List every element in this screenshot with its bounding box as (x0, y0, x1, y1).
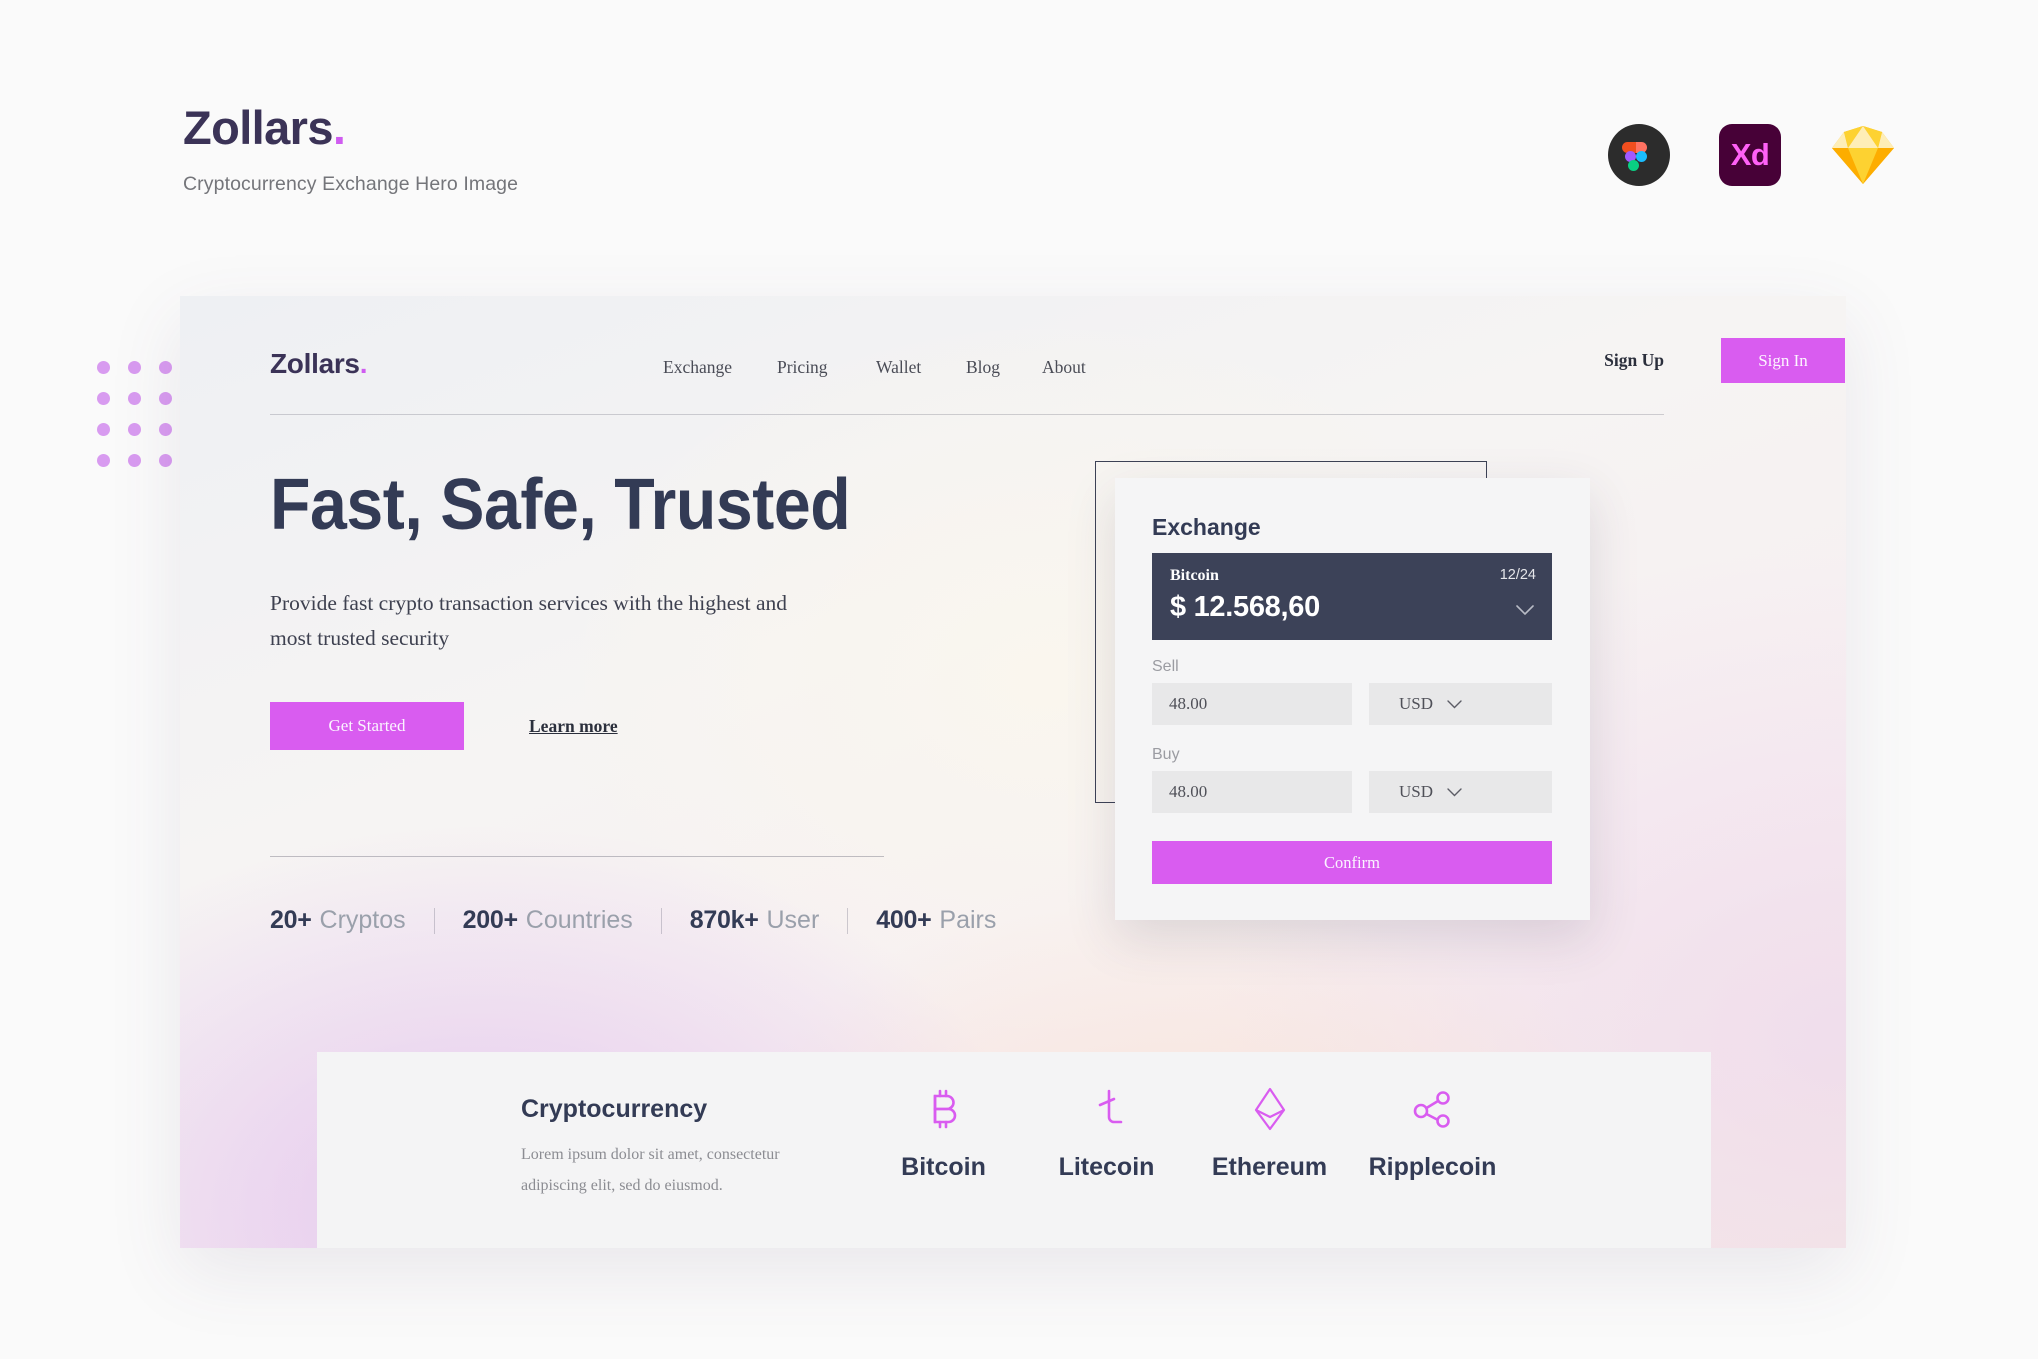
stat-cryptos-label: Cryptos (319, 906, 406, 934)
stat-users-value: 870k+ (689, 906, 759, 934)
stat-pairs-value: 400+ (876, 906, 932, 934)
buy-label: Buy (1152, 746, 1180, 763)
coin-ripplecoin-label: Ripplecoin (1368, 1153, 1497, 1181)
buy-currency-select[interactable]: USD (1369, 771, 1552, 813)
sell-amount-input[interactable]: 48.00 (1152, 683, 1352, 725)
site-logo[interactable]: Zollars. (270, 348, 368, 380)
bitcoin-icon (926, 1087, 962, 1131)
figma-icon (1608, 124, 1670, 186)
coin-litecoin-label: Litecoin (1058, 1153, 1155, 1181)
get-started-button[interactable]: Get Started (270, 702, 464, 750)
chevron-down-icon[interactable] (1516, 603, 1534, 621)
sell-currency-value: USD (1399, 694, 1434, 713)
presentation-header: Zollars. Cryptocurrency Exchange Hero Im… (183, 100, 518, 196)
stat-users-label: User (766, 906, 820, 934)
confirm-button[interactable]: Confirm (1152, 841, 1552, 884)
design-tool-icons: Xd (1608, 124, 1896, 186)
hero-headline: Fast, Safe, Trusted (270, 465, 851, 545)
stat-pairs-label: Pairs (939, 906, 997, 934)
stat-countries-value: 200+ (462, 906, 518, 934)
site-logo-dot: . (359, 348, 368, 379)
exchange-card-title: Exchange (1152, 514, 1261, 540)
stat-cryptos: 20+ Cryptos (270, 906, 406, 935)
stats-divider (270, 856, 884, 857)
presentation-brand-text: Zollars (183, 101, 334, 154)
buy-currency-value: USD (1399, 782, 1434, 801)
exchange-card: Exchange Bitcoin 12/24 $ 12.568,60 Sell … (1115, 478, 1590, 920)
sign-in-button[interactable]: Sign In (1721, 338, 1845, 383)
exchange-date: 12/24 (1499, 567, 1536, 583)
sell-label: Sell (1152, 658, 1179, 675)
stat-separator (660, 907, 662, 934)
coin-ethereum-label: Ethereum (1211, 1153, 1328, 1181)
nav-item-pricing[interactable]: Pricing (777, 357, 876, 378)
stat-separator (433, 907, 435, 934)
chevron-down-icon (1447, 694, 1462, 714)
exchange-price: $ 12.568,60 (1170, 591, 1320, 623)
nav-auth-actions: Sign Up Sign In (1604, 338, 1845, 383)
site-navbar: Zollars. Exchange Pricing Wallet Blog Ab… (270, 338, 1846, 398)
hero-cta-row: Get Started Learn more (270, 702, 618, 750)
coin-litecoin[interactable]: Litecoin (1025, 1087, 1188, 1182)
stat-separator (847, 907, 849, 934)
learn-more-link[interactable]: Learn more (529, 716, 618, 737)
exchange-coin-name: Bitcoin (1170, 567, 1219, 584)
exchange-rate-panel[interactable]: Bitcoin 12/24 $ 12.568,60 (1152, 553, 1552, 640)
page-root: Zollars. Cryptocurrency Exchange Hero Im… (0, 0, 2038, 1359)
buy-amount-input[interactable]: 48.00 (1152, 771, 1352, 813)
coin-ripplecoin[interactable]: Ripplecoin (1351, 1087, 1514, 1182)
sketch-icon (1830, 124, 1896, 186)
nav-item-about[interactable]: About (1042, 357, 1086, 378)
hero-stats: 20+ Cryptos 200+ Countries 870k+ User 40… (270, 906, 996, 935)
hero-mockup: Zollars. Exchange Pricing Wallet Blog Ab… (180, 296, 1846, 1248)
nav-links: Exchange Pricing Wallet Blog About (663, 357, 1086, 378)
stat-cryptos-value: 20+ (270, 906, 312, 934)
nav-item-exchange[interactable]: Exchange (663, 357, 777, 378)
presentation-brand-dot: . (332, 101, 346, 154)
presentation-subtitle: Cryptocurrency Exchange Hero Image (183, 173, 519, 195)
adobe-xd-icon: Xd (1719, 124, 1781, 186)
coin-ethereum[interactable]: Ethereum (1188, 1087, 1351, 1182)
sell-currency-select[interactable]: USD (1369, 683, 1552, 725)
cryptocurrency-strip: Cryptocurrency Lorem ipsum dolor sit ame… (317, 1052, 1711, 1248)
coin-bitcoin-label: Bitcoin (901, 1153, 986, 1181)
stat-users: 870k+ User (690, 906, 820, 935)
sign-up-button[interactable]: Sign Up (1604, 350, 1664, 371)
site-logo-text: Zollars (270, 348, 360, 379)
coin-bitcoin[interactable]: Bitcoin (862, 1087, 1025, 1182)
chevron-down-icon (1447, 782, 1462, 802)
ethereum-icon (1253, 1087, 1287, 1131)
crypto-strip-description: Lorem ipsum dolor sit amet, consectetur … (521, 1146, 780, 1194)
nav-item-wallet[interactable]: Wallet (876, 357, 966, 378)
hero-subheadline: Provide fast crypto transaction services… (270, 591, 788, 650)
nav-item-blog[interactable]: Blog (966, 357, 1042, 378)
navbar-divider (270, 414, 1664, 415)
ripple-icon (1412, 1087, 1454, 1131)
stat-pairs: 400+ Pairs (876, 906, 996, 935)
presentation-brand: Zollars. (183, 100, 518, 155)
coin-list: Bitcoin Litecoin Ethereum Ripplecoin (862, 1087, 1514, 1182)
litecoin-icon (1089, 1087, 1125, 1131)
stat-countries: 200+ Countries (463, 906, 633, 935)
crypto-strip-title: Cryptocurrency (521, 1095, 708, 1123)
stat-countries-label: Countries (525, 906, 633, 934)
